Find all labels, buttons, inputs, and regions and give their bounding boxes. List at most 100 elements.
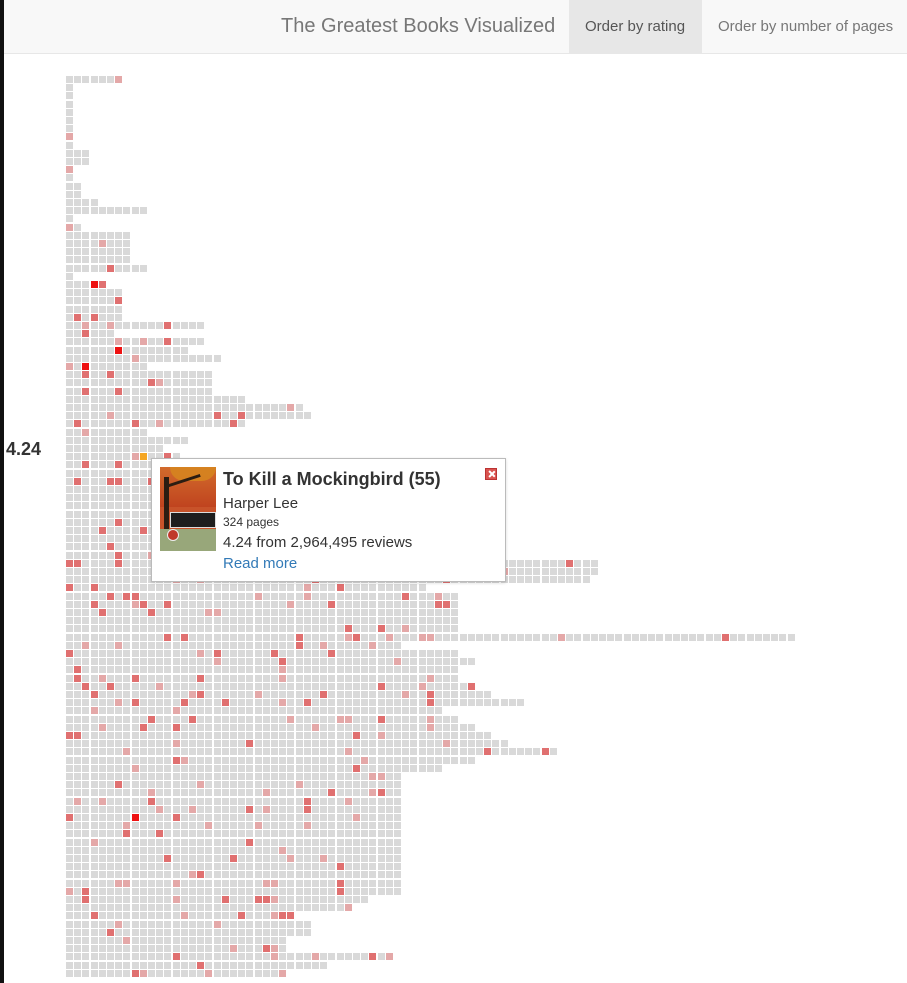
book-square[interactable]	[435, 756, 442, 764]
book-square[interactable]	[369, 600, 377, 608]
book-square[interactable]	[435, 707, 442, 715]
book-square[interactable]	[320, 961, 328, 969]
book-square[interactable]	[90, 305, 98, 313]
book-square[interactable]	[172, 781, 180, 789]
book-square[interactable]	[262, 838, 270, 846]
book-square[interactable]	[361, 740, 369, 748]
book-square[interactable]	[66, 896, 73, 903]
book-square[interactable]	[98, 305, 106, 313]
book-square[interactable]	[262, 937, 270, 944]
book-square[interactable]	[164, 830, 172, 838]
book-square[interactable]	[82, 904, 90, 912]
book-square[interactable]	[287, 797, 295, 805]
book-square[interactable]	[385, 855, 393, 862]
book-square[interactable]	[435, 691, 442, 698]
book-square[interactable]	[156, 600, 164, 608]
book-square[interactable]	[205, 789, 213, 797]
book-square[interactable]	[328, 871, 336, 879]
book-square[interactable]	[189, 395, 196, 403]
book-square[interactable]	[139, 904, 147, 912]
book-square[interactable]	[295, 600, 303, 608]
book-square[interactable]	[180, 412, 188, 420]
book-square[interactable]	[180, 822, 188, 830]
book-square[interactable]	[377, 699, 385, 707]
book-square[interactable]	[123, 830, 131, 838]
book-square[interactable]	[402, 691, 410, 698]
book-square[interactable]	[66, 412, 73, 420]
book-square[interactable]	[426, 666, 434, 674]
book-square[interactable]	[82, 518, 90, 526]
book-square[interactable]	[164, 387, 172, 395]
book-square[interactable]	[213, 879, 221, 887]
book-square[interactable]	[279, 953, 287, 961]
book-square[interactable]	[377, 584, 385, 592]
book-square[interactable]	[172, 920, 180, 928]
book-square[interactable]	[172, 338, 180, 346]
book-square[interactable]	[418, 699, 426, 707]
book-square[interactable]	[107, 568, 114, 575]
book-square[interactable]	[90, 871, 98, 879]
book-square[interactable]	[541, 633, 549, 641]
book-square[interactable]	[213, 592, 221, 600]
book-square[interactable]	[82, 658, 90, 666]
book-square[interactable]	[230, 740, 237, 748]
book-square[interactable]	[418, 715, 426, 723]
book-square[interactable]	[115, 764, 123, 772]
book-square[interactable]	[98, 912, 106, 920]
book-square[interactable]	[238, 682, 246, 690]
book-square[interactable]	[123, 838, 131, 846]
book-square[interactable]	[648, 633, 656, 641]
book-square[interactable]	[221, 625, 229, 633]
book-square[interactable]	[74, 559, 82, 567]
book-square[interactable]	[303, 732, 311, 739]
book-square[interactable]	[279, 633, 287, 641]
book-square[interactable]	[295, 609, 303, 616]
book-square[interactable]	[156, 953, 164, 961]
book-square[interactable]	[148, 945, 155, 953]
book-square[interactable]	[123, 953, 131, 961]
book-square[interactable]	[361, 773, 369, 780]
book-square[interactable]	[312, 961, 319, 969]
book-square[interactable]	[558, 633, 565, 641]
book-square[interactable]	[156, 879, 164, 887]
book-square[interactable]	[131, 937, 139, 944]
book-square[interactable]	[107, 527, 114, 534]
book-square[interactable]	[312, 846, 319, 854]
book-square[interactable]	[115, 256, 123, 264]
book-square[interactable]	[164, 781, 172, 789]
book-square[interactable]	[254, 814, 262, 821]
book-square[interactable]	[115, 871, 123, 879]
book-square[interactable]	[262, 871, 270, 879]
book-square[interactable]	[344, 789, 352, 797]
book-square[interactable]	[221, 822, 229, 830]
book-square[interactable]	[164, 395, 172, 403]
book-square[interactable]	[238, 404, 246, 411]
book-square[interactable]	[230, 650, 237, 657]
book-square[interactable]	[418, 633, 426, 641]
book-square[interactable]	[402, 732, 410, 739]
book-square[interactable]	[189, 420, 196, 428]
book-square[interactable]	[230, 879, 237, 887]
book-square[interactable]	[230, 625, 237, 633]
book-square[interactable]	[246, 732, 254, 739]
book-square[interactable]	[139, 920, 147, 928]
book-square[interactable]	[148, 756, 155, 764]
book-square[interactable]	[123, 797, 131, 805]
book-square[interactable]	[328, 764, 336, 772]
book-square[interactable]	[443, 756, 451, 764]
book-square[interactable]	[443, 658, 451, 666]
book-square[interactable]	[115, 297, 123, 305]
book-square[interactable]	[148, 650, 155, 657]
book-square[interactable]	[254, 805, 262, 813]
book-square[interactable]	[74, 641, 82, 649]
book-square[interactable]	[221, 650, 229, 657]
book-square[interactable]	[238, 617, 246, 625]
book-square[interactable]	[213, 887, 221, 895]
book-square[interactable]	[353, 879, 360, 887]
book-square[interactable]	[123, 666, 131, 674]
book-square[interactable]	[98, 682, 106, 690]
book-square[interactable]	[467, 658, 475, 666]
book-square[interactable]	[74, 289, 82, 297]
book-square[interactable]	[213, 805, 221, 813]
book-square[interactable]	[156, 682, 164, 690]
